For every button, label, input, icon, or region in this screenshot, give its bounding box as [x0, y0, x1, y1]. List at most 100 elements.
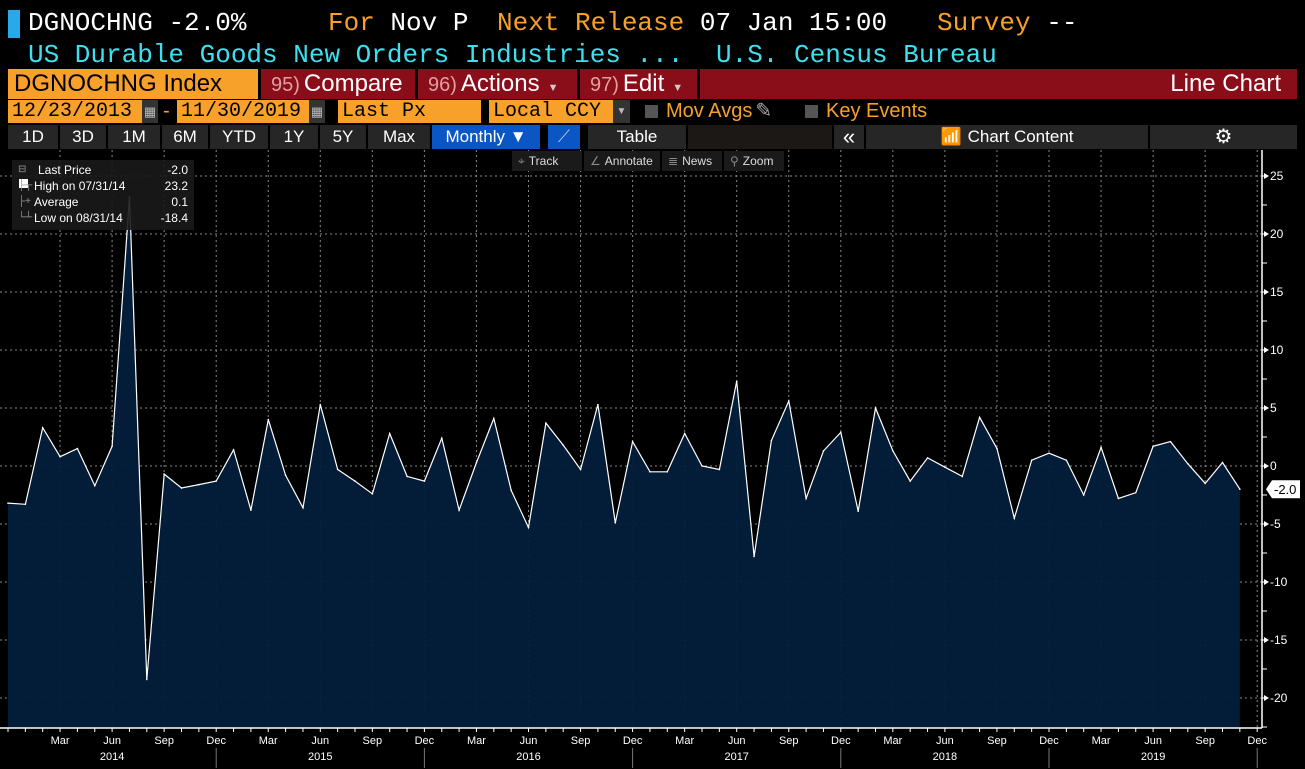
x-tick-label: Dec	[206, 735, 226, 747]
period-max[interactable]: Max	[368, 125, 430, 149]
legend-average: ├+ Average 0.1	[12, 194, 194, 210]
x-year-label: 2015	[308, 751, 332, 763]
chart-legend: ⊟ Last Price -2.0 ├┬ High on 07/31/14 23.2 ├…	[12, 160, 194, 230]
data-point	[1221, 461, 1224, 464]
data-point	[354, 480, 356, 482]
data-point	[909, 480, 911, 482]
y-tick-label: 20	[1270, 227, 1284, 241]
data-point	[423, 480, 426, 482]
table-button[interactable]: Table	[588, 125, 686, 149]
actions-button[interactable]: 96) Actions ▼	[418, 69, 577, 99]
calendar-icon[interactable]: ▦	[142, 100, 158, 123]
compare-button[interactable]: 95) Compare	[261, 69, 415, 99]
data-point	[961, 475, 964, 478]
key-events-toggle[interactable]: Key Events	[805, 100, 927, 123]
y-tick-label: 5	[1270, 401, 1277, 415]
data-point	[1152, 445, 1154, 448]
calendar-icon[interactable]: ▦	[309, 100, 325, 123]
for-label: For	[328, 8, 375, 38]
legend-value: 0.1	[171, 195, 188, 209]
caret-down-icon: ▼	[547, 82, 559, 94]
data-point	[111, 445, 113, 448]
legend-label: Average	[34, 195, 79, 209]
y-tick-label: -5	[1270, 517, 1281, 531]
x-year-label: 2014	[100, 751, 124, 763]
data-point	[1169, 440, 1172, 443]
security-input[interactable]: DGNOCHNG Index	[8, 69, 258, 99]
data-point	[1048, 452, 1050, 455]
data-point	[1204, 482, 1206, 485]
data-point	[649, 471, 651, 473]
data-point	[59, 455, 61, 458]
checkbox[interactable]	[645, 105, 658, 118]
data-point	[996, 447, 998, 450]
data-point	[1187, 462, 1189, 465]
data-point	[267, 418, 270, 421]
currency-select[interactable]: Local CCY	[489, 100, 613, 123]
area-fill	[8, 196, 1240, 728]
zoom-tool[interactable]: ⚲ Zoom	[724, 151, 784, 171]
legend-last-price[interactable]: ⊟ Last Price -2.0	[12, 162, 194, 188]
x-tick-label: Dec	[415, 735, 435, 747]
period-1y[interactable]: 1Y	[270, 125, 318, 149]
legend-label: Last Price	[38, 163, 92, 177]
mov-avgs-toggle[interactable]: Mov Avgs ✎	[645, 100, 772, 123]
period-ytd[interactable]: YTD	[210, 125, 268, 149]
compare-label: Compare	[303, 70, 403, 97]
data-point	[1134, 491, 1137, 494]
data-point	[770, 439, 773, 442]
data-point	[180, 487, 183, 489]
data-point	[493, 417, 495, 420]
line-chart-icon[interactable]: ⟋	[548, 125, 580, 149]
y-tick-label: -10	[1270, 575, 1288, 589]
next-release-value: 07 Jan 15:00	[699, 8, 888, 38]
x-tick-label: Jun	[728, 735, 746, 747]
frequency-select[interactable]: Monthly ▼	[432, 125, 540, 149]
x-tick-label: Dec	[623, 735, 643, 747]
news-tool[interactable]: ≣ News	[662, 151, 722, 171]
ticker-marker	[8, 10, 20, 38]
data-point	[388, 432, 391, 435]
line-chart[interactable]: 2520151050-5-10-15-20-2.0Mar Jun Sep Dec Mar…	[0, 150, 1305, 769]
pencil-icon[interactable]: ✎	[755, 100, 772, 122]
collapse-button[interactable]: «	[834, 125, 864, 149]
y-tick-label: 0	[1270, 459, 1277, 473]
track-label: Track	[528, 154, 559, 168]
period-1d[interactable]: 1D	[8, 125, 58, 149]
x-tick-label: Jun	[520, 735, 538, 747]
period-3d[interactable]: 3D	[60, 125, 106, 149]
data-point	[458, 509, 460, 511]
chart-content-button[interactable]: 📶 Chart Content	[866, 125, 1148, 149]
toolbar-spacer	[688, 125, 832, 149]
settings-gear-icon[interactable]: ⚙	[1150, 125, 1297, 149]
period-1m[interactable]: 1M	[108, 125, 160, 149]
data-point	[93, 484, 96, 487]
track-tool[interactable]: ⌖ Track	[512, 151, 582, 171]
data-point	[440, 437, 443, 439]
legend-label: Low on 08/31/14	[34, 211, 123, 225]
period-5y[interactable]: 5Y	[320, 125, 366, 149]
x-tick-label: Sep	[363, 735, 383, 747]
edit-button[interactable]: 97) Edit ▼	[580, 69, 697, 99]
start-date-input[interactable]: 12/23/2013	[8, 100, 142, 123]
x-tick-label: Dec	[831, 735, 851, 747]
annotate-tool[interactable]: ∠ Annotate	[584, 151, 660, 171]
field-select[interactable]: Last Px	[338, 100, 481, 123]
currency-dropdown-icon[interactable]: ▼	[613, 100, 630, 123]
data-point	[701, 465, 703, 467]
x-tick-label: Dec	[1039, 735, 1059, 747]
checkbox[interactable]	[805, 105, 818, 118]
for-value: Nov P	[390, 8, 469, 38]
actions-label: Actions	[460, 70, 540, 97]
ticker-line: DGNOCHNG -2.0%	[28, 6, 246, 40]
last-change: -2.0%	[168, 8, 247, 38]
data-point	[614, 522, 617, 524]
end-date-input[interactable]: 11/30/2019	[177, 100, 309, 123]
data-point	[978, 416, 981, 419]
low-marker-icon: └┴	[18, 212, 33, 223]
y-tick	[1264, 463, 1269, 469]
data-point	[787, 400, 790, 402]
period-6m[interactable]: 6M	[162, 125, 208, 149]
news-label: News	[682, 154, 713, 168]
data-point	[683, 432, 686, 435]
